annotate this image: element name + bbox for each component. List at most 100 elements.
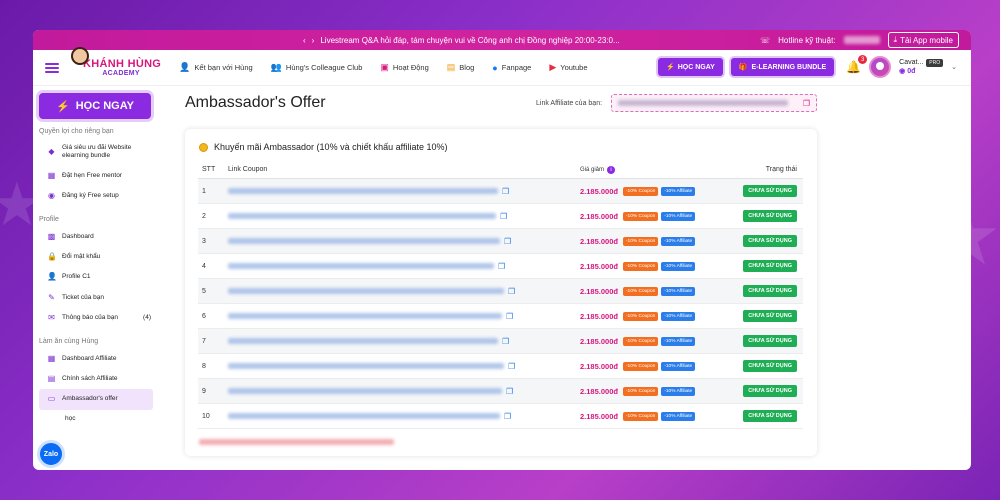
coupon-link-redacted <box>228 338 498 344</box>
table-row: 2 ❐ 2.185.000đ -10% Coupon -10% Affiliate CHƯ… <box>198 204 803 229</box>
calendar-icon: ▦ <box>47 170 56 180</box>
users-icon: 👥 <box>270 62 282 72</box>
bell-icon[interactable]: 🔔 3 <box>846 55 868 74</box>
status-cell: CHƯA SỬ DỤNG <box>720 335 803 347</box>
nav-link-youtube[interactable]: ▶ Youtube <box>549 62 587 73</box>
coupon-link[interactable]: ❐ <box>228 262 580 271</box>
row-stt: 1 <box>202 187 206 195</box>
coupon-link[interactable]: ❐ <box>228 237 580 246</box>
affiliate-tag: -10% Affiliate <box>661 236 696 246</box>
status-badge[interactable]: CHƯA SỬ DỤNG <box>743 260 797 272</box>
coupon-link[interactable]: ❐ <box>228 362 580 371</box>
sidebar-hoc-ngay-label: HỌC NGAY <box>75 100 134 112</box>
status-badge[interactable]: CHƯA SỬ DỤNG <box>743 285 797 297</box>
sidebar-hoc-ngay-button[interactable]: ⚡ HỌC NGAY <box>39 93 151 119</box>
announcement-text[interactable]: Livestream Q&A hỏi đáp, tám chuyện vui v… <box>320 36 619 45</box>
price-cell: 2.185.000đ -10% Coupon -10% Affiliate <box>580 336 720 346</box>
coupon-link[interactable]: ❐ <box>228 187 580 196</box>
column-header-price-label: Giá giảm <box>580 166 605 173</box>
discount-price: 2.185.000đ <box>580 386 618 396</box>
user-menu[interactable]: Cavat... PRO ◉ 0đ <box>899 58 944 76</box>
announcement[interactable]: ‹ › Livestream Q&A hỏi đáp, tám chuyện v… <box>303 36 620 45</box>
ambassador-offer-card: Khuyến mãi Ambassador (10% và chiết khấu… <box>185 129 817 456</box>
sidebar-item-free-setup[interactable]: ◉ Đăng ký Free setup <box>33 186 163 206</box>
status-badge[interactable]: CHƯA SỬ DỤNG <box>743 360 797 372</box>
discount-price: 2.185.000đ <box>580 336 618 346</box>
lightning-icon: ⚡ <box>666 64 675 71</box>
status-cell: CHƯA SỬ DỤNG <box>720 410 803 422</box>
copy-icon[interactable]: ❐ <box>504 237 511 246</box>
status-badge[interactable]: CHƯA SỬ DỤNG <box>743 335 797 347</box>
copy-icon[interactable]: ❐ <box>502 337 509 346</box>
status-badge[interactable]: CHƯA SỬ DỤNG <box>743 310 797 322</box>
sidebar-item-notifications[interactable]: ✉ Thông báo của bạn (4) <box>33 308 163 328</box>
offer-icon: ▭ <box>47 394 56 404</box>
copy-icon[interactable]: ❐ <box>803 99 810 108</box>
sidebar-item-ticket[interactable]: ✎ Ticket của bạn <box>33 288 163 308</box>
table-row: 3 ❐ 2.185.000đ -10% Coupon -10% Affiliate CHƯ… <box>198 229 803 254</box>
price-cell: 2.185.000đ -10% Coupon -10% Affiliate <box>580 261 720 271</box>
chevron-right-icon[interactable]: › <box>312 36 315 45</box>
affiliate-tag: -10% Affiliate <box>661 261 696 271</box>
status-badge[interactable]: CHƯA SỬ DỤNG <box>743 210 797 222</box>
copy-icon[interactable]: ❐ <box>504 412 511 421</box>
coupon-link[interactable]: ❐ <box>228 412 580 421</box>
info-icon[interactable]: i <box>607 165 616 174</box>
sidebar-item-website-bundle[interactable]: ◆ Giá siêu ưu đãi Website elearning bundl… <box>33 139 163 166</box>
nav-link-blog[interactable]: ▤ Blog <box>447 62 475 73</box>
coupon-tag: -10% Coupon <box>622 361 659 371</box>
chevron-down-icon[interactable]: ⌄ <box>951 63 957 71</box>
sidebar-item-ambassador-offer[interactable]: ▭ Ambassador's offer <box>39 389 153 410</box>
nav-link-fanpage[interactable]: ● Fanpage <box>492 62 531 73</box>
sidebar-item-dashboard-affiliate[interactable]: ▦ Dashboard Affiliate <box>33 349 163 369</box>
avatar[interactable] <box>869 56 892 78</box>
logo[interactable]: KHÁNH HÙNG ACADEMY <box>67 46 161 77</box>
copy-icon[interactable]: ❐ <box>500 212 507 221</box>
mail-icon: ✉ <box>48 313 55 323</box>
blog-icon: ▤ <box>446 62 456 72</box>
hoc-ngay-button[interactable]: ⚡ HỌC NGAY <box>658 58 723 76</box>
coupon-link[interactable]: ❐ <box>228 212 580 221</box>
chevron-left-icon[interactable]: ‹ <box>303 36 306 45</box>
copy-icon[interactable]: ❐ <box>506 387 513 396</box>
copy-icon[interactable]: ❐ <box>508 362 515 371</box>
status-badge[interactable]: CHƯA SỬ DỤNG <box>743 385 797 397</box>
logo-subtext: ACADEMY <box>102 69 140 77</box>
nav-link-ket-ban[interactable]: 👤 Kết bạn với Hùng <box>179 62 253 73</box>
user-coins: 0đ <box>907 68 916 75</box>
sidebar-item-free-mentor[interactable]: ▦ Đặt hẹn Free mentor <box>33 166 163 186</box>
cube-icon: ◆ <box>48 147 55 157</box>
sidebar-item-change-password[interactable]: 🔒 Đổi mật khẩu <box>33 247 163 267</box>
affiliate-link-field[interactable]: ❐ <box>611 94 817 112</box>
copy-icon[interactable]: ❐ <box>508 287 515 296</box>
table-row: 4 ❐ 2.185.000đ -10% Coupon -10% Affiliate CHƯ… <box>198 254 803 279</box>
coupon-link[interactable]: ❐ <box>228 387 580 396</box>
document-icon: ▤ <box>47 374 56 383</box>
zalo-chat-button[interactable]: Zalo <box>37 440 65 468</box>
download-app-button[interactable]: ⤓ Tải App mobile <box>887 32 959 48</box>
hamburger-menu-icon[interactable] <box>45 62 59 73</box>
coupon-tag: -10% Coupon <box>622 411 659 421</box>
sidebar-item-partial[interactable]: học <box>33 410 163 428</box>
elearning-bundle-button[interactable]: 🎁 E-LEARNING BUNDLE <box>730 58 835 76</box>
coupon-link[interactable]: ❐ <box>228 287 580 296</box>
copy-icon[interactable]: ❐ <box>506 312 513 321</box>
lock-icon: 🔒 <box>47 252 57 262</box>
status-badge[interactable]: CHƯA SỬ DỤNG <box>743 410 797 422</box>
copy-icon[interactable]: ❐ <box>498 262 505 271</box>
sidebar-item-profile[interactable]: 👤 Profile C1 <box>33 267 163 287</box>
sidebar-item-dashboard[interactable]: ▩ Dashboard <box>33 227 163 247</box>
status-badge[interactable]: CHƯA SỬ DỤNG <box>743 235 797 247</box>
coupon-link[interactable]: ❐ <box>228 312 580 321</box>
nav-link-label: Kết bạn với Hùng <box>194 63 253 72</box>
nav-link-hoat-dong[interactable]: ▣ Hoạt Động <box>380 62 428 73</box>
sidebar-item-affiliate-policy[interactable]: ▤ Chính sách Affiliate <box>33 369 163 389</box>
status-badge[interactable]: CHƯA SỬ DỤNG <box>743 185 797 197</box>
discount-price: 2.185.000đ <box>580 186 618 196</box>
card-title: Khuyến mãi Ambassador (10% và chiết khấu… <box>199 142 447 152</box>
copy-icon[interactable]: ❐ <box>502 187 509 196</box>
nav-link-colleague-club[interactable]: 👥 Hùng's Colleague Club <box>271 62 363 73</box>
status-cell: CHƯA SỬ DỤNG <box>720 285 803 297</box>
coupon-link-redacted <box>228 238 500 244</box>
coupon-link[interactable]: ❐ <box>228 337 580 346</box>
